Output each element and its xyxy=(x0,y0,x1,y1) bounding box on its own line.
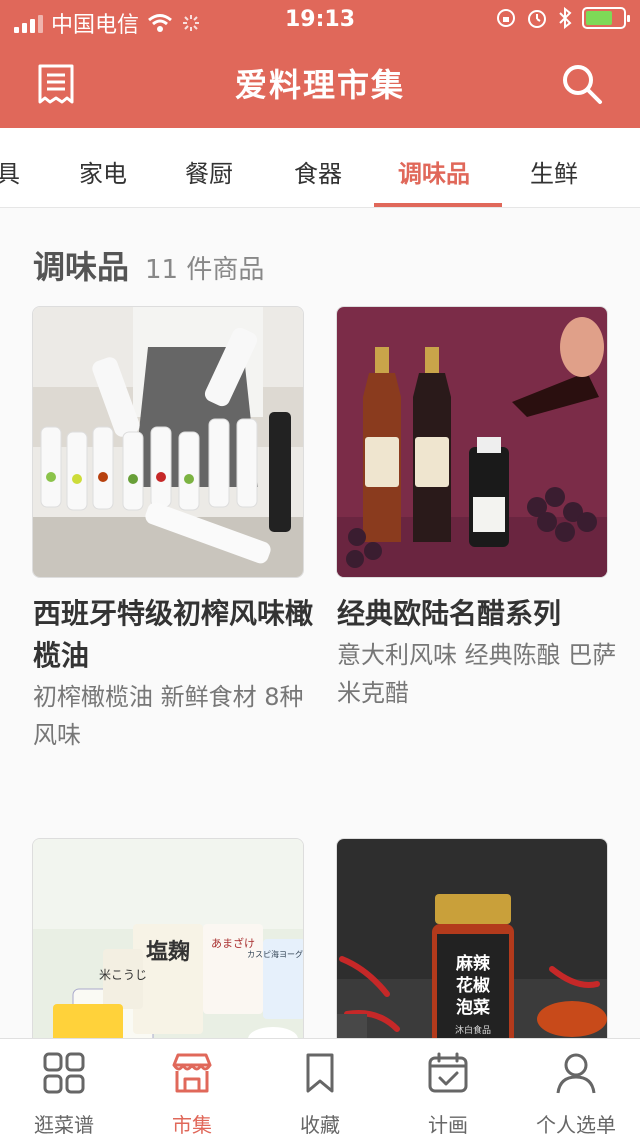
product-image-koji[interactable]: 塩麹 あまざけ カスピ海ヨーグルト 米こうじ xyxy=(32,838,304,1038)
alarm-icon xyxy=(528,10,546,28)
section-header: 调味品 11 件商品 xyxy=(33,242,264,288)
tabbar-label: 计画 xyxy=(428,1113,468,1136)
bookmark-icon xyxy=(306,1053,334,1093)
package-label: カスピ海ヨーグルト xyxy=(247,949,304,959)
bluetooth-icon xyxy=(559,7,572,29)
app-header: 中国电信 19:13 爱料理市集 xyxy=(0,0,640,128)
product-image-vinegar[interactable] xyxy=(336,306,608,578)
section-title: 调味品 xyxy=(33,248,130,286)
product-list: 调味品 11 件商品 西班牙特级初榨风味橄榄油 初榨橄榄油 新鲜食材 8种风味 … xyxy=(0,208,640,1038)
jar-label: 泡菜 xyxy=(456,997,491,1018)
section-count: 11 件商品 xyxy=(145,255,265,285)
jar-brand: 沐白食品 xyxy=(455,1024,491,1036)
battery-icon xyxy=(582,7,630,29)
tab-tools[interactable]: 具 xyxy=(0,154,20,189)
package-label: 米こうじ xyxy=(99,968,147,982)
store-icon xyxy=(172,1053,212,1093)
product-title[interactable]: 经典欧陆名醋系列 xyxy=(337,593,617,635)
vinegar-illustration xyxy=(337,307,607,577)
tabbar-item-recipes[interactable]: 逛菜谱 xyxy=(0,1039,128,1136)
tabbar-item-plan[interactable]: 计画 xyxy=(384,1039,512,1136)
rotation-lock-icon xyxy=(497,9,515,27)
product-title[interactable]: 西班牙特级初榨风味橄榄油 xyxy=(33,593,313,677)
jar-label: 麻辣 xyxy=(455,953,491,974)
tabbar-item-favorites[interactable]: 收藏 xyxy=(256,1039,384,1136)
tabbar-item-market[interactable]: 市集 xyxy=(128,1039,256,1136)
category-tabs: 具 家电 餐厨 食器 调味品 生鲜 xyxy=(0,128,640,208)
user-icon xyxy=(556,1053,596,1094)
calendar-check-icon xyxy=(428,1052,468,1093)
koji-illustration: 塩麹 あまざけ カスピ海ヨーグルト 米こうじ xyxy=(33,839,304,1038)
jar-label: 花椒 xyxy=(456,975,490,996)
grid-icon xyxy=(43,1052,85,1094)
tab-tableware[interactable]: 食器 xyxy=(294,154,342,189)
search-icon[interactable] xyxy=(560,62,604,106)
page-title: 爱料理市集 xyxy=(234,66,405,104)
tabbar-label: 逛菜谱 xyxy=(34,1113,94,1136)
tab-kitchen[interactable]: 餐厨 xyxy=(185,154,233,189)
active-tab-indicator xyxy=(374,203,502,207)
tab-fresh[interactable]: 生鲜 xyxy=(530,154,578,189)
tab-seasonings[interactable]: 调味品 xyxy=(398,154,470,189)
bottom-tab-bar: 逛菜谱 市集 收藏 计画 个人选单 xyxy=(0,1038,640,1136)
tabbar-item-profile[interactable]: 个人选单 xyxy=(512,1039,640,1136)
tabbar-label: 收藏 xyxy=(300,1113,340,1136)
product-subtitle: 初榨橄榄油 新鲜食材 8种风味 xyxy=(33,683,304,749)
package-label: あまざけ xyxy=(211,936,255,950)
status-bar: 中国电信 19:13 xyxy=(0,0,640,40)
olive-oil-illustration xyxy=(33,307,303,577)
pickles-illustration: 麻辣 花椒 泡菜 沐白食品 xyxy=(337,839,607,1038)
product-image-olive-oil[interactable] xyxy=(32,306,304,578)
tab-appliances[interactable]: 家电 xyxy=(79,154,127,189)
jar-label: 塩麹 xyxy=(146,939,190,965)
product-image-pickles[interactable]: 麻辣 花椒 泡菜 沐白食品 xyxy=(336,838,608,1038)
product-subtitle: 意大利风味 经典陈酿 巴萨米克醋 xyxy=(337,641,617,707)
tabbar-label: 个人选单 xyxy=(536,1113,616,1136)
tabbar-label: 市集 xyxy=(172,1113,212,1136)
